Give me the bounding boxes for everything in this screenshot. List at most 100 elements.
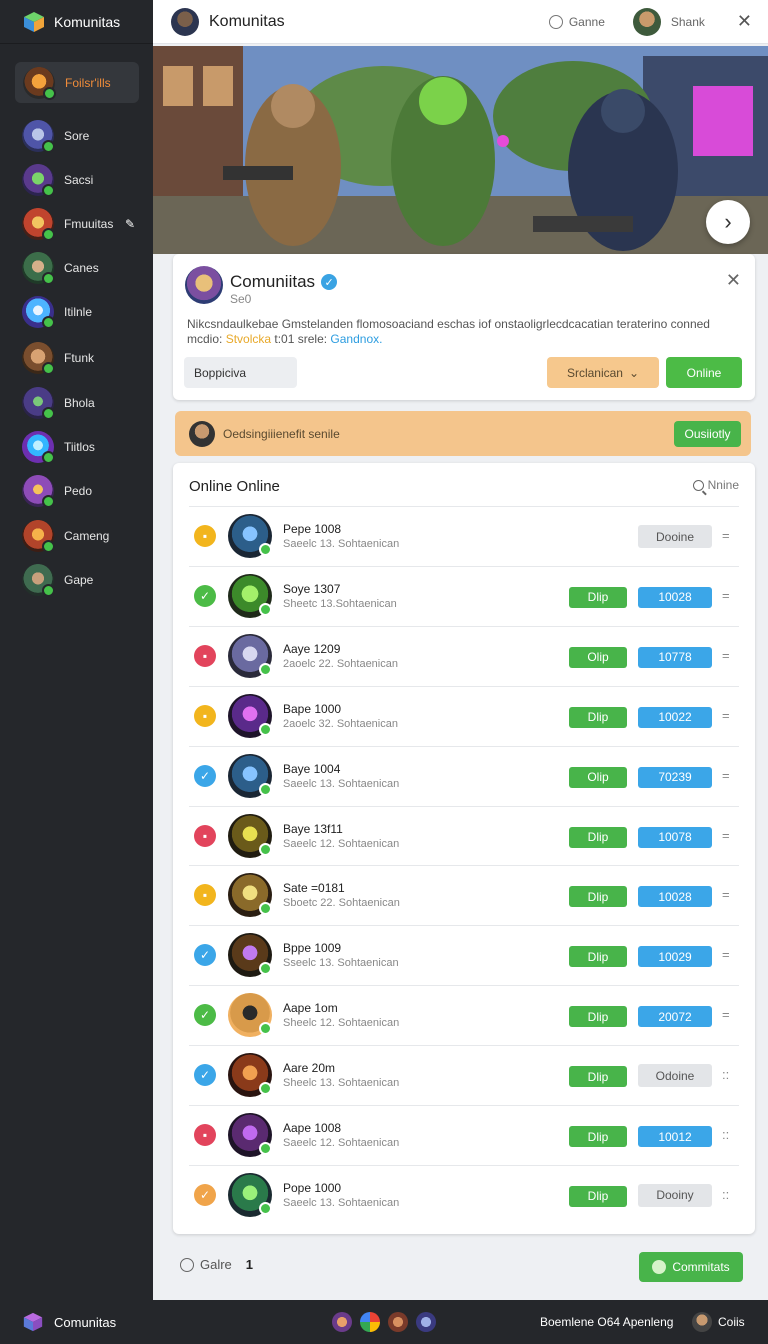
sidebar-item[interactable]: Cameng	[22, 519, 147, 553]
table-row[interactable]: ▪ Bape 1000 2aoelc 32. Sohtaenican Dlip 1002…	[189, 685, 739, 746]
avatar[interactable]	[332, 1312, 352, 1332]
row-menu-icon[interactable]: =	[722, 528, 730, 543]
member-name: Pepe 1008	[283, 522, 342, 536]
avatar[interactable]	[228, 1172, 272, 1217]
sidebar-item[interactable]: Canes	[22, 251, 147, 285]
avatar[interactable]	[228, 813, 272, 858]
pager[interactable]: Galre 1	[180, 1257, 253, 1272]
status-button[interactable]: Dooiny	[638, 1183, 712, 1207]
table-row[interactable]: ▪ Sate =0181 Sboetc 22. Sohtaenican Dlip 100…	[189, 865, 739, 925]
row-menu-icon[interactable]: =	[722, 648, 730, 663]
close-icon[interactable]: ✕	[726, 270, 741, 291]
avatar[interactable]	[388, 1312, 408, 1332]
desc-link[interactable]: Gandnox.	[330, 332, 382, 346]
bottom-brand[interactable]: Comunitas	[22, 1311, 116, 1333]
avatar[interactable]	[228, 1113, 272, 1157]
status-button[interactable]: Odoine	[638, 1064, 712, 1088]
row-menu-icon[interactable]: =	[722, 828, 730, 843]
action-button[interactable]: Dlip	[569, 586, 627, 608]
avatar[interactable]	[228, 514, 272, 558]
score-badge[interactable]: 10778	[638, 646, 712, 668]
community-select[interactable]: Srclanican ⌄	[547, 357, 659, 388]
online-button[interactable]: Online	[666, 357, 742, 388]
sidebar-item[interactable]: Fmuuitas ✎	[22, 207, 147, 241]
brand[interactable]: Komunitas	[0, 0, 153, 44]
score-badge[interactable]: 70239	[638, 766, 712, 788]
sidebar-item[interactable]: Pedo	[22, 474, 147, 508]
avatar[interactable]	[416, 1312, 436, 1332]
list-search[interactable]: Nnine	[692, 478, 739, 492]
action-button[interactable]: Olip	[569, 766, 627, 788]
avatar[interactable]	[228, 873, 272, 918]
action-button[interactable]: Dlip	[569, 1066, 627, 1088]
table-row[interactable]: ▪ Baye 13f11 Saeelc 12. Sohtaenican Dlip 100…	[189, 805, 739, 866]
communities-button[interactable]: Commitats	[639, 1252, 743, 1282]
user-name[interactable]: Shank	[671, 15, 705, 29]
score-badge[interactable]: 10029	[638, 946, 712, 968]
action-button[interactable]: Dlip	[569, 1006, 627, 1028]
table-row[interactable]: ✓ Pope 1000 Saeelc 13. Sohtaenican Dlip Dooi…	[189, 1164, 739, 1225]
score-badge[interactable]: 10028	[638, 586, 712, 608]
bottom-icons	[332, 1312, 436, 1332]
next-slide-button[interactable]: ›	[706, 200, 750, 244]
action-button[interactable]: Dlip	[569, 1185, 627, 1207]
bottom-user[interactable]: Coiis	[692, 1312, 745, 1332]
avatar[interactable]	[228, 1053, 272, 1098]
action-button[interactable]: Dlip	[569, 1126, 627, 1147]
table-row[interactable]: ✓ Aare 20m Sheelc 13. Sohtaenican Dlip Odoin…	[189, 1045, 739, 1105]
sidebar-item-active[interactable]: Foilsr'ills	[15, 62, 139, 103]
game-link[interactable]: Ganne	[548, 14, 605, 29]
action-button[interactable]: Dlip	[569, 826, 627, 848]
avatar[interactable]	[228, 933, 272, 978]
score-badge[interactable]: 10078	[638, 826, 712, 848]
action-button[interactable]: Dlip	[569, 946, 627, 968]
sidebar-item[interactable]: Itilnle	[22, 295, 147, 329]
notice-button[interactable]: Ousiiotly	[674, 420, 741, 447]
status-button[interactable]: Dooine	[638, 525, 712, 548]
score-badge[interactable]: 10012	[638, 1126, 712, 1147]
row-menu-icon[interactable]: =	[722, 768, 730, 783]
avatar[interactable]	[228, 693, 272, 738]
page-number[interactable]: 1	[246, 1257, 253, 1272]
table-row[interactable]: ▪ Aape 1008 Saeelc 12. Sohtaenican Dlip 1001…	[189, 1105, 739, 1165]
row-menu-icon[interactable]: ::	[722, 1127, 729, 1142]
member-name: Baye 13f11	[283, 821, 343, 836]
table-row[interactable]: ✓ Aape 1om Sheelc 12. Sohtaenican Dlip 20072…	[189, 985, 739, 1045]
community-avatar[interactable]	[171, 7, 199, 36]
action-button[interactable]: Olip	[569, 646, 627, 668]
row-menu-icon[interactable]: ::	[722, 1187, 729, 1202]
action-button[interactable]: Dlip	[569, 706, 627, 728]
google-icon[interactable]	[360, 1312, 380, 1332]
table-row[interactable]: ✓ Bppe 1009 Sseelc 13. Sohtaenican Dlip 1002…	[189, 925, 739, 985]
community-input[interactable]: Boppiciva	[184, 357, 297, 388]
sidebar-item[interactable]: Sacsi	[22, 163, 147, 197]
table-row[interactable]: ✓ Soye 1307 Sheetc 13.Sohtaenican Dlip 10028…	[189, 565, 739, 626]
score-badge[interactable]: 10028	[638, 886, 712, 908]
avatar[interactable]	[228, 993, 272, 1038]
close-icon[interactable]: ✕	[737, 11, 752, 32]
pencil-icon[interactable]: ✎	[125, 217, 135, 231]
avatar[interactable]	[228, 573, 272, 618]
row-menu-icon[interactable]: =	[722, 887, 730, 902]
action-button[interactable]: Dlip	[569, 886, 627, 908]
row-menu-icon[interactable]: =	[722, 947, 730, 962]
sidebar-item[interactable]: Sore	[22, 119, 147, 153]
row-menu-icon[interactable]: =	[722, 588, 730, 603]
avatar[interactable]	[228, 753, 272, 798]
sidebar-item[interactable]: Ftunk	[22, 341, 147, 375]
table-row[interactable]: ✓ Baye 1004 Saeelc 13. Sohtaenican Olip 7023…	[189, 745, 739, 806]
score-badge[interactable]: 20072	[638, 1006, 712, 1028]
member-name: Aaye 1209	[283, 641, 341, 656]
user-avatar[interactable]	[632, 7, 661, 36]
score-badge[interactable]: 10022	[638, 706, 712, 728]
sidebar-item[interactable]: Tiitlos	[22, 430, 147, 464]
table-row[interactable]: ▪ Aaye 1209 2aoelc 22. Sohtaenican Olip 1077…	[189, 625, 739, 686]
community-name: Comuniitas ✓	[230, 272, 338, 292]
sidebar-item[interactable]: Bhola	[22, 386, 147, 420]
row-menu-icon[interactable]: ::	[722, 1067, 729, 1082]
table-row[interactable]: ▪ Pepe 1008 Saeelc 13. Sohtaenican Dooine =	[189, 506, 739, 566]
sidebar-item[interactable]: Gape	[22, 563, 147, 597]
row-menu-icon[interactable]: =	[722, 708, 730, 723]
avatar[interactable]	[228, 633, 272, 678]
row-menu-icon[interactable]: =	[722, 1007, 730, 1022]
